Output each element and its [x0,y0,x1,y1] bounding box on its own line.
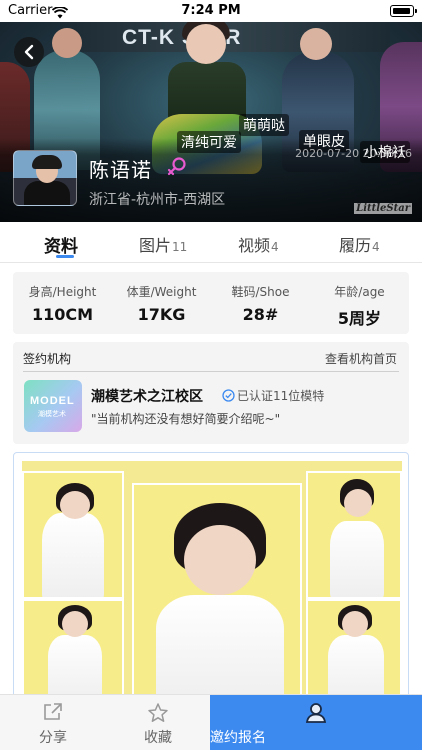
agency-name[interactable]: 潮模艺术之江校区 [91,386,203,406]
tab-resume[interactable]: 履历4 [339,232,380,256]
divider [23,371,399,372]
chevron-left-icon [24,44,34,60]
tab-videos[interactable]: 视频4 [238,232,279,256]
brand-watermark: LittleStar [354,203,412,214]
verified-icon [222,389,235,402]
agency-section-title: 签约机构 [23,352,72,366]
tag-label: 清纯可爱 [177,131,241,153]
profile-tabs: 资料 图片11 视频4 履历4 [0,222,422,262]
figure-center-body [168,62,246,122]
photo-panel [22,599,124,699]
stat-shoe: 鞋码/Shoe 28# [231,285,290,324]
photo-panel [306,599,402,699]
photo-card[interactable] [13,452,409,700]
model-location: 浙江省-杭州市-西湖区 [89,192,226,208]
user-icon [304,702,328,728]
favorite-button[interactable]: 收藏 [106,695,210,750]
status-time: 7:24 PM [181,3,241,18]
tab-profile[interactable]: 资料 [44,232,79,257]
figure-left-head [52,28,82,58]
tag-label: 萌萌哒 [239,114,289,136]
back-button[interactable] [14,37,44,67]
divider [0,262,422,263]
hero-timestamp: 2020-07-20 20:38:16 [295,147,412,160]
share-icon [42,702,64,726]
hero-cover-photo[interactable]: CT-K STAR 萌萌哒 清纯可爱 单眼皮 小棉袄 2020-07-20 20… [0,22,422,222]
battery-icon [390,5,417,17]
star-icon [147,702,169,728]
stat-age: 年龄/age 5周岁 [334,285,385,328]
status-bar: Carrier 7:24 PM [0,0,422,22]
agency-card: 签约机构 查看机构首页 MODEL 潮模艺术 潮模艺术之江校区 已认证11位模特… [13,342,409,444]
female-icon [167,156,187,182]
avatar[interactable] [13,150,77,206]
figure-right-head [300,28,332,60]
invite-signup-button[interactable]: 邀约报名 [210,695,422,750]
verified-badge: 已认证11位模特 [222,387,324,404]
model-name: 陈语诺 [89,158,152,182]
view-agency-link[interactable]: 查看机构首页 [325,350,397,367]
agency-description: "当前机构还没有想好简要介绍呢~" [91,412,281,426]
stat-height: 身高/Height 110CM [28,285,97,324]
agency-logo[interactable]: MODEL 潮模艺术 [24,380,82,432]
bottom-action-bar: 分享 收藏 邀约报名 [0,694,422,750]
stat-weight: 体重/Weight 17KG [126,285,197,324]
tab-photos[interactable]: 图片11 [139,232,187,256]
photo-panel [132,483,302,699]
share-button[interactable]: 分享 [0,695,106,750]
photo-panel [306,471,402,599]
figure-center-head [186,24,226,64]
photo-panel [22,471,124,599]
active-tab-indicator [56,255,74,258]
stats-panel: 身高/Height 110CM 体重/Weight 17KG 鞋码/Shoe 2… [13,272,409,334]
model-photo-collage[interactable] [22,461,402,699]
